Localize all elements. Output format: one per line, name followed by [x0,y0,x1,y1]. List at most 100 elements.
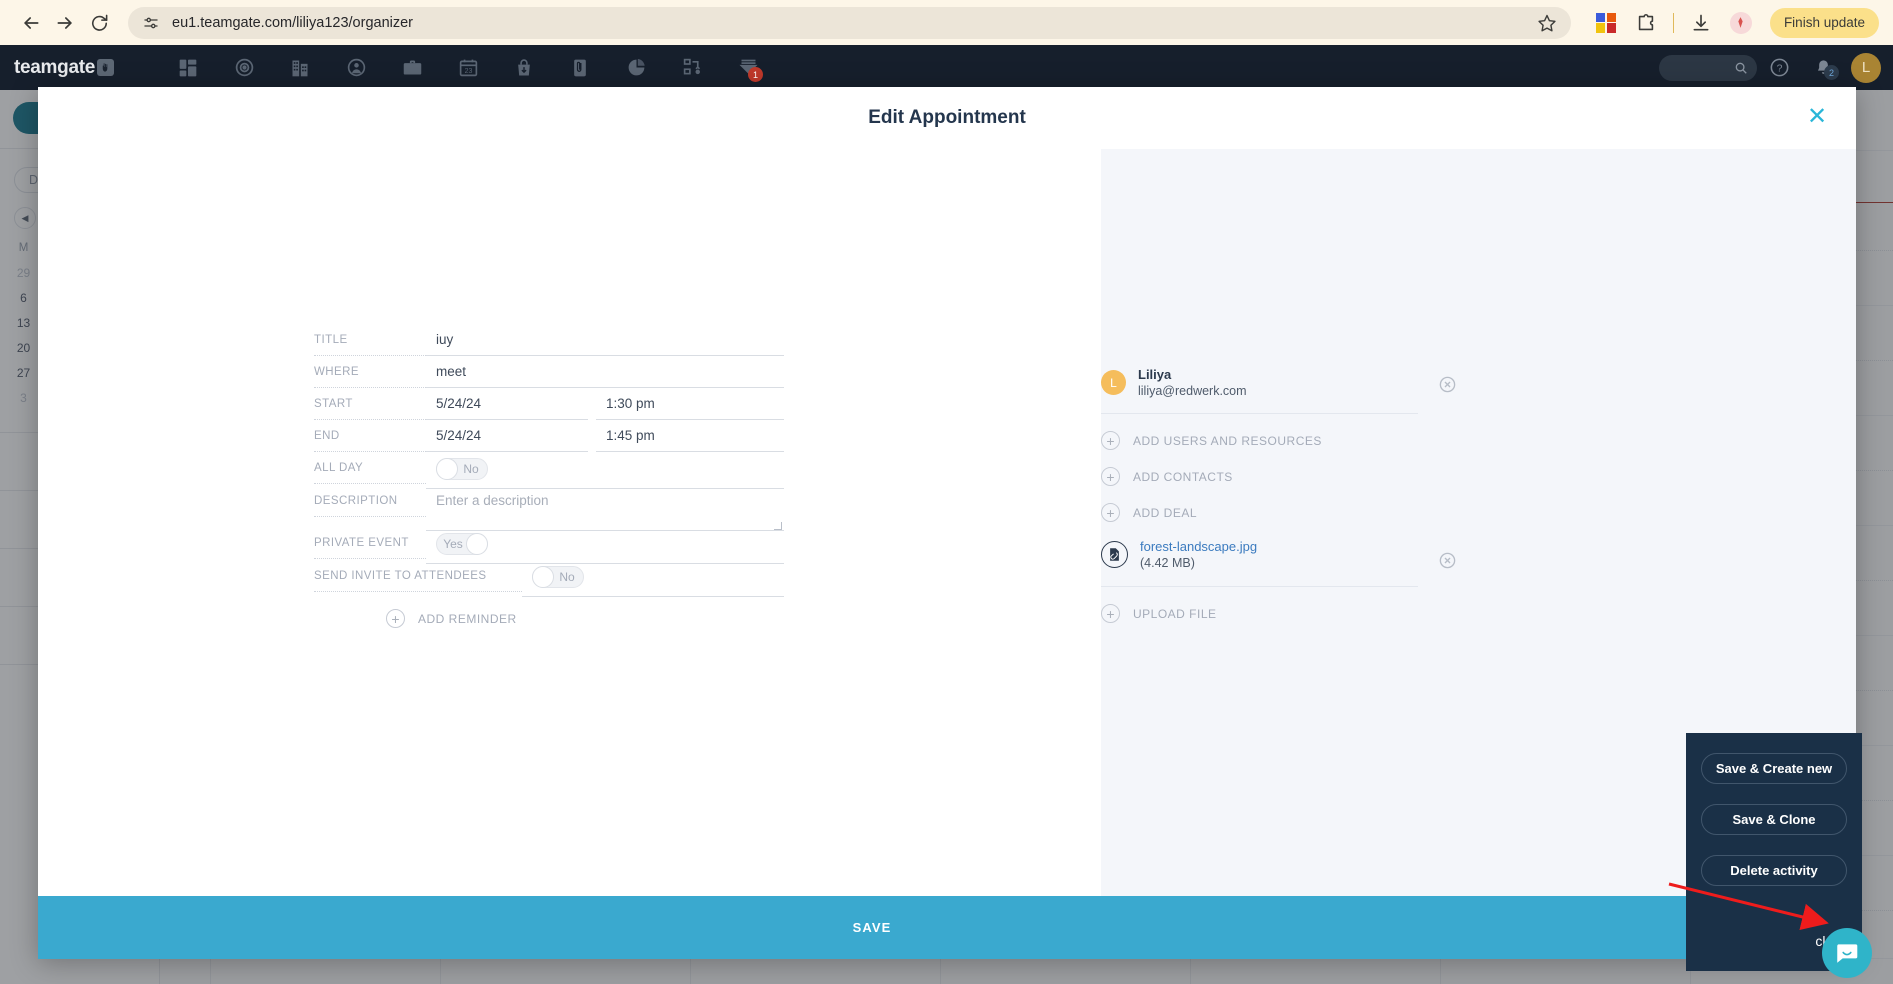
field-label-all-day: ALL DAY [314,456,426,484]
where-input[interactable]: meet [426,360,784,388]
attachment-size: (4.42 MB) [1140,556,1195,570]
briefcase-icon[interactable] [384,45,440,90]
field-label-where: WHERE [314,360,426,388]
finish-update-button[interactable]: Finish update [1769,7,1879,38]
field-label-private-event: PRIVATE EVENT [314,531,426,559]
back-arrow-icon[interactable] [14,6,48,40]
chat-bubble-icon[interactable] [1822,928,1872,978]
attachment-name[interactable]: forest-landscape.jpg [1140,539,1257,554]
attendee-email: liliya@redwerk.com [1138,384,1247,398]
profile-avatar-icon[interactable] [1728,10,1754,36]
send-invite-toggle[interactable]: No [532,566,584,588]
field-label-send-invite: SEND INVITE TO ATTENDEES [314,564,522,592]
private-event-toggle[interactable]: Yes [436,533,488,555]
attachment-row: forest-landscape.jpg (4.42 MB) [1101,539,1456,587]
field-end: END 5/24/24 1:45 pm [314,424,784,456]
reload-icon[interactable] [82,6,116,40]
calendar-icon[interactable]: 23 [440,45,496,90]
url-text: eu1.teamgate.com/liliya123/organizer [172,14,413,31]
appointment-form-pane: TITLE iuy WHERE meet START 5/24/24 1:30 … [38,149,1101,896]
star-icon[interactable] [1537,13,1557,33]
field-label-description: DESCRIPTION [314,489,426,517]
app-header: teamgate 23 1 ? 2 L [0,45,1893,90]
inbox-badge: 1 [748,67,764,82]
avatar[interactable]: L [1851,52,1881,83]
brand-logo[interactable]: teamgate [14,57,115,79]
inbox-icon[interactable]: 1 [720,45,776,90]
add-deal-button[interactable]: + ADD DEAL [1101,503,1418,522]
remove-circle-icon[interactable] [1438,551,1457,570]
company-icon[interactable] [272,45,328,90]
save-create-new-button[interactable]: Save & Create new [1701,753,1847,784]
save-button[interactable]: SAVE [38,896,1856,959]
attendee-name: Liliya [1138,367,1172,382]
svg-text:?: ? [1776,62,1782,74]
svg-text:23: 23 [464,68,472,75]
upload-file-button[interactable]: + UPLOAD FILE [1101,604,1418,623]
brand-mark-icon [97,59,115,76]
add-contacts-label: ADD CONTACTS [1133,469,1233,484]
add-reminder-button[interactable]: + ADD REMINDER [314,609,784,628]
notifications-badge: 2 [1824,65,1839,80]
description-input[interactable]: Enter a description [426,489,784,531]
close-icon[interactable]: ✕ [1804,104,1830,130]
save-button-label: SAVE [852,920,892,935]
all-day-toggle[interactable]: No [436,458,488,480]
add-reminder-label: ADD REMINDER [418,611,517,626]
field-send-invite: SEND INVITE TO ATTENDEES No [314,564,784,597]
plus-circle-icon: + [1101,604,1120,623]
title-input[interactable]: iuy [426,328,784,356]
upload-file-label: UPLOAD FILE [1133,606,1217,621]
field-label-start: START [314,392,426,420]
app-header-right: ? 2 L [1659,45,1893,90]
puzzle-piece-icon[interactable] [1633,10,1659,36]
app-nav: 23 1 [160,45,776,90]
end-time-input[interactable]: 1:45 pm [596,424,784,452]
field-start: START 5/24/24 1:30 pm [314,392,784,424]
dashboard-icon[interactable] [160,45,216,90]
toggle-knob [436,458,458,480]
workflow-icon[interactable] [664,45,720,90]
attachment-icon [1101,541,1128,568]
plus-circle-icon: + [1101,431,1120,450]
add-users-button[interactable]: + ADD USERS AND RESOURCES [1101,431,1418,450]
avatar: L [1101,370,1126,395]
related-items: L Liliya liliya@redwerk.com + ADD USERS … [1101,367,1456,623]
forward-arrow-icon[interactable] [48,6,82,40]
add-contacts-button[interactable]: + ADD CONTACTS [1101,467,1418,486]
pie-chart-icon[interactable] [608,45,664,90]
textarea-resize-handle[interactable] [774,522,782,530]
modal-body: TITLE iuy WHERE meet START 5/24/24 1:30 … [38,149,1856,896]
extension-grid-icon[interactable] [1593,10,1619,36]
start-time-input[interactable]: 1:30 pm [596,392,784,420]
browser-toolbar: eu1.teamgate.com/liliya123/organizer Fin… [0,0,1893,45]
field-title: TITLE iuy [314,328,784,360]
field-label-end: END [314,424,426,452]
add-users-label: ADD USERS AND RESOURCES [1133,433,1322,448]
toggle-knob [466,533,488,555]
screen: eu1.teamgate.com/liliya123/organizer Fin… [0,0,1893,984]
field-label-title: TITLE [314,328,426,356]
address-bar[interactable]: eu1.teamgate.com/liliya123/organizer [128,6,1571,39]
help-icon[interactable]: ? [1757,45,1801,90]
plus-circle-icon: + [386,609,405,628]
page-title: Edit Appointment [868,107,1026,128]
attendee-row: L Liliya liliya@redwerk.com [1101,367,1456,414]
toggle-knob [532,566,554,588]
contact-icon[interactable] [328,45,384,90]
toolbar-divider [1672,12,1674,33]
bell-icon[interactable]: 2 [1801,45,1845,90]
field-where: WHERE meet [314,360,784,392]
search-input[interactable] [1659,54,1757,81]
save-clone-button[interactable]: Save & Clone [1701,804,1847,835]
field-all-day: ALL DAY No [314,456,784,489]
end-date-input[interactable]: 5/24/24 [426,424,588,452]
shop-icon[interactable] [496,45,552,90]
start-date-input[interactable]: 5/24/24 [426,392,588,420]
site-settings-icon[interactable] [142,14,160,32]
target-icon[interactable] [216,45,272,90]
remove-circle-icon[interactable] [1438,375,1457,394]
add-deal-label: ADD DEAL [1133,505,1198,520]
document-icon[interactable] [552,45,608,90]
download-icon[interactable] [1688,10,1714,36]
